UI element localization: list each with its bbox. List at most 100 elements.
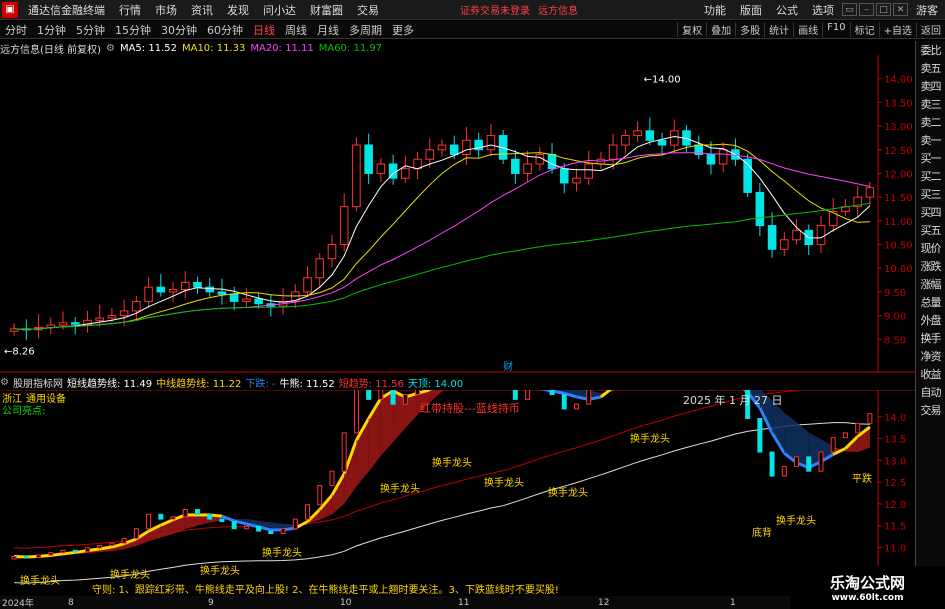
tool-fuquan[interactable]: 复权 xyxy=(677,22,706,37)
minimize-icon[interactable]: – xyxy=(859,3,874,16)
tool-tongji[interactable]: 统计 xyxy=(764,22,793,37)
candle-body-32 xyxy=(401,168,410,179)
tool-fanhui[interactable]: 返回 xyxy=(916,22,945,37)
ribbon-seg-35 xyxy=(429,390,442,403)
sub-candle-64 xyxy=(794,456,800,467)
candle-body-30 xyxy=(376,163,386,174)
quote-field-12: 涨跌 xyxy=(920,260,942,273)
y-tick-label-9: 13.00 xyxy=(884,122,913,133)
tool-biaoji[interactable]: 标记 xyxy=(849,22,879,37)
menu-caifuquan[interactable]: 财富圈 xyxy=(303,2,350,18)
month-9: 9 xyxy=(208,597,214,608)
candle-body-45 xyxy=(559,168,569,184)
quote-field-15: 外盘 xyxy=(920,314,942,327)
info-alert[interactable]: 远方信息 xyxy=(534,2,582,17)
indicator-name: 股朋指标网 xyxy=(12,378,63,390)
tab-60min[interactable]: 60分钟 xyxy=(202,22,248,38)
quote-field-19: 自动 xyxy=(920,386,942,399)
high-price-label: ←14.00 xyxy=(644,75,681,86)
tab-fenshi[interactable]: 分时 xyxy=(0,22,32,38)
candle-body-61 xyxy=(755,191,765,227)
sub-candle-29 xyxy=(366,390,372,400)
year-label: 2024年 xyxy=(2,599,34,609)
indicator-chart[interactable]: 10.511.011.512.012.513.013.514.0浙江通用设备公司… xyxy=(0,390,915,596)
y-tick-label-4: 10.50 xyxy=(884,241,913,252)
quote-field-18: 收益 xyxy=(920,368,942,381)
concept-1: 浙江 xyxy=(2,393,22,405)
quote-field-11: 现价 xyxy=(920,242,942,255)
menu-jiaoyi[interactable]: 交易 xyxy=(350,2,386,18)
tab-more[interactable]: 更多 xyxy=(387,22,419,38)
tab-daily[interactable]: 日线 xyxy=(248,22,280,38)
tab-monthly[interactable]: 月线 xyxy=(312,22,344,38)
sub-candle-31 xyxy=(390,390,396,405)
short-trend-label: 短线趋势线: 11.49 xyxy=(66,378,153,390)
candle-body-42 xyxy=(523,163,532,174)
tab-1min[interactable]: 1分钟 xyxy=(32,22,71,38)
tab-multi[interactable]: 多周期 xyxy=(344,22,387,38)
tool-duogu[interactable]: 多股 xyxy=(735,22,764,37)
tab-5min[interactable]: 5分钟 xyxy=(71,22,110,38)
quote-field-13: 涨幅 xyxy=(920,278,942,291)
menu-gongneng[interactable]: 功能 xyxy=(697,2,733,18)
ma20-label: MA20: 11.11 xyxy=(250,42,314,54)
login-alert[interactable]: 证券交易未登录 xyxy=(456,2,534,17)
tool-huaxian[interactable]: 画线 xyxy=(793,22,822,37)
candle-body-35 xyxy=(437,144,447,151)
menu-banmian[interactable]: 版面 xyxy=(733,2,769,18)
quote-field-6: 买一 xyxy=(920,152,942,165)
sub-candle-6 xyxy=(84,547,90,553)
tab-30min[interactable]: 30分钟 xyxy=(156,22,202,38)
menu-wenxiaoda[interactable]: 问小达 xyxy=(256,2,303,18)
month-1: 1 xyxy=(730,597,736,608)
sub-y-tick-label-6: 13.5 xyxy=(884,435,906,446)
candle-body-15 xyxy=(193,281,202,288)
concept-2: 通用设备 xyxy=(26,392,66,405)
close-icon[interactable]: ✕ xyxy=(893,3,908,16)
settings-icon-2[interactable]: ⚙ xyxy=(0,377,9,388)
sub-candle-1 xyxy=(23,556,29,559)
sub-candle-14 xyxy=(182,509,188,518)
main-legend: 远方信息(日线 前复权) ⚙ MA5: 11.52 MA10: 11.33 MA… xyxy=(0,41,945,56)
tool-zixuan[interactable]: +自选 xyxy=(878,22,916,37)
y-tick-label-7: 12.00 xyxy=(884,169,913,180)
menu-gongshi[interactable]: 公式 xyxy=(769,2,805,18)
ma20-line xyxy=(14,152,871,330)
candle-body-7 xyxy=(95,317,104,321)
low-price-label: ←8.26 xyxy=(4,347,35,358)
sub-candle-25 xyxy=(317,485,323,506)
sub-candle-24 xyxy=(305,504,311,520)
guest-label[interactable]: 游客 xyxy=(909,2,945,18)
candle-body-27 xyxy=(339,206,349,246)
maximize-icon[interactable]: □ xyxy=(876,3,891,16)
settings-icon[interactable]: ⚙ xyxy=(106,43,115,54)
candle-body-26 xyxy=(327,244,337,260)
month-8: 8 xyxy=(68,597,74,608)
sub-candle-33 xyxy=(415,390,421,396)
candle-body-20 xyxy=(254,298,263,305)
menu-hangqing[interactable]: 行情 xyxy=(112,2,148,18)
quote-field-14: 总量 xyxy=(920,296,942,309)
candle-body-47 xyxy=(584,163,593,179)
menu-shichang[interactable]: 市场 xyxy=(148,2,184,18)
tool-diejia[interactable]: 叠加 xyxy=(706,22,735,37)
sub-candle-26 xyxy=(329,470,335,487)
candle-body-70 xyxy=(865,187,875,198)
signal-label-1: 换手龙头 xyxy=(432,456,472,469)
candlestick-chart[interactable]: 8.50 9.00 9.50 10.00 10.50 11.00 11.50 12.00 12.… xyxy=(0,55,915,373)
menu-zixun[interactable]: 资讯 xyxy=(184,2,220,18)
restore-icon[interactable]: ▭ xyxy=(842,3,857,16)
stock-name: 远方信息(日线 前复权) xyxy=(0,44,101,56)
sub-candle-13 xyxy=(170,516,176,520)
menu-faxian[interactable]: 发现 xyxy=(220,2,256,18)
sub-y-tick-label-3: 12.0 xyxy=(884,500,906,511)
menu-xuanxiang[interactable]: 选项 xyxy=(805,2,841,18)
sub-candle-42 xyxy=(525,390,531,400)
sub-candle-70 xyxy=(867,413,873,424)
sub-candle-46 xyxy=(573,403,579,410)
tab-15min[interactable]: 15分钟 xyxy=(110,22,156,38)
tool-f10[interactable]: F10 xyxy=(822,22,849,37)
tab-weekly[interactable]: 周线 xyxy=(280,22,312,38)
quote-field-1: 卖五 xyxy=(920,62,942,75)
sub-candle-18 xyxy=(231,521,237,530)
